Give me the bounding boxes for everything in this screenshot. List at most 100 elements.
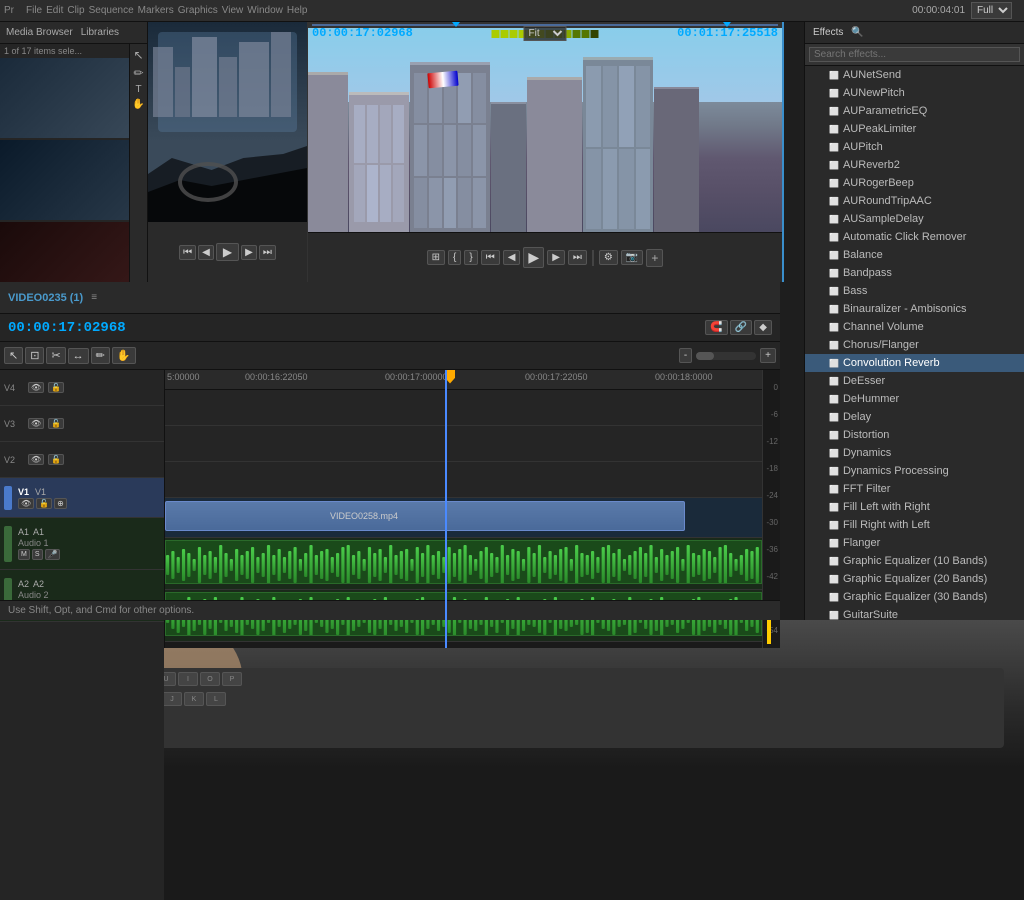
program-add-btn[interactable]: ⊞ (427, 250, 445, 265)
menu-item[interactable]: Clip (67, 5, 84, 16)
hand-btn[interactable]: ✋ (112, 347, 136, 364)
effects-item-4[interactable]: AUPitch (805, 138, 1024, 156)
hand-tool[interactable]: ✋ (132, 99, 144, 110)
effects-item-8[interactable]: AUSampleDelay (805, 210, 1024, 228)
key[interactable]: P (222, 672, 242, 686)
key[interactable]: I (178, 672, 198, 686)
razor-btn[interactable]: ✂ (46, 347, 65, 364)
effects-item-23[interactable]: FFT Filter (805, 480, 1024, 498)
menu-item[interactable]: File (26, 5, 42, 16)
menu-item[interactable]: Help (287, 5, 308, 16)
effects-tab[interactable]: Effects (813, 27, 843, 38)
v4-toggle-btn[interactable]: 👁 (28, 382, 44, 393)
effects-item-12[interactable]: Bass (805, 282, 1024, 300)
source-play-btn[interactable]: ▶ (216, 243, 239, 261)
program-mark-in-btn[interactable]: { (448, 250, 461, 265)
program-step-fwd-btn[interactable]: ▶ (547, 250, 565, 265)
effects-item-29[interactable]: Graphic Equalizer (30 Bands) (805, 588, 1024, 606)
search-effects-icon[interactable]: 🔍 (851, 27, 863, 38)
effects-item-17[interactable]: DeEsser (805, 372, 1024, 390)
media-browser-tab[interactable]: Media Browser (6, 27, 73, 38)
effects-item-24[interactable]: Fill Left with Right (805, 498, 1024, 516)
a1-mic-btn[interactable]: 🎤 (45, 549, 61, 560)
key[interactable]: K (184, 692, 204, 706)
program-add-track-btn[interactable]: + (646, 249, 663, 267)
libraries-tab[interactable]: Libraries (81, 27, 119, 38)
effects-item-3[interactable]: AUPeakLimiter (805, 120, 1024, 138)
effects-item-11[interactable]: Bandpass (805, 264, 1024, 282)
effects-item-0[interactable]: AUNetSend (805, 66, 1024, 84)
video-clip-v1[interactable]: VIDEO0258.mp4 (165, 501, 685, 531)
zoom-out-btn[interactable]: - (679, 348, 692, 363)
effects-item-20[interactable]: Distortion (805, 426, 1024, 444)
v2-toggle-btn[interactable]: 👁 (28, 454, 44, 465)
v3-toggle-btn[interactable]: 👁 (28, 418, 44, 429)
ripple-edit-btn[interactable]: ⊡ (25, 347, 44, 364)
pen-btn[interactable]: ✏ (91, 347, 110, 364)
playhead[interactable] (445, 370, 447, 648)
a1-solo-btn[interactable]: S (32, 549, 43, 560)
v2-track[interactable] (165, 462, 780, 498)
linked-selection-btn[interactable]: 🔗 (730, 320, 752, 335)
v1-toggle-btn[interactable]: 👁 (18, 498, 34, 509)
program-mark-out-btn[interactable]: } (464, 250, 477, 265)
effects-item-15[interactable]: Chorus/Flanger (805, 336, 1024, 354)
add-marker-btn[interactable]: ◆ (754, 320, 772, 335)
fit-dropdown[interactable]: Fit Full 50% 25% (524, 26, 567, 41)
effects-item-30[interactable]: GuitarSuite (805, 606, 1024, 620)
menu-item[interactable]: Sequence (89, 5, 134, 16)
program-step-back-btn[interactable]: ◀ (503, 250, 521, 265)
menu-item[interactable]: View (222, 5, 244, 16)
v4-track[interactable] (165, 390, 780, 426)
program-camera-btn[interactable]: 📷 (621, 250, 643, 265)
menu-item[interactable]: Markers (138, 5, 174, 16)
source-rewind-btn[interactable]: ⏮ (179, 245, 196, 260)
key[interactable]: O (200, 672, 220, 686)
v1-track[interactable]: VIDEO0258.mp4 (165, 498, 780, 538)
effects-item-28[interactable]: Graphic Equalizer (20 Bands) (805, 570, 1024, 588)
key[interactable]: L (206, 692, 226, 706)
selection-tool-btn[interactable]: ↖ (4, 347, 23, 364)
v3-track[interactable] (165, 426, 780, 462)
effects-item-5[interactable]: AUReverb2 (805, 156, 1024, 174)
effects-item-16[interactable]: Convolution Reverb (805, 354, 1024, 372)
menu-item[interactable]: Edit (46, 5, 63, 16)
effects-item-7[interactable]: AURoundTripAAC (805, 192, 1024, 210)
slip-btn[interactable]: ↔ (68, 348, 89, 364)
fit-select[interactable]: Fit Full 50% 25% (524, 26, 567, 41)
effects-item-26[interactable]: Flanger (805, 534, 1024, 552)
menu-item[interactable]: Window (247, 5, 283, 16)
effects-item-13[interactable]: Binauralizer - Ambisonics (805, 300, 1024, 318)
app-menu-item[interactable]: Pr (4, 5, 14, 16)
effects-item-10[interactable]: Balance (805, 246, 1024, 264)
v4-lock-btn[interactable]: 🔓 (48, 382, 64, 393)
zoom-slider-thumb[interactable] (696, 352, 714, 360)
effects-item-6[interactable]: AURogerBeep (805, 174, 1024, 192)
effects-item-1[interactable]: AUNewPitch (805, 84, 1024, 102)
effects-item-9[interactable]: Automatic Click Remover (805, 228, 1024, 246)
zoom-select[interactable]: Full (971, 2, 1012, 19)
effects-search-input[interactable] (809, 47, 1020, 62)
v1-sync-btn[interactable]: ⊕ (54, 498, 67, 509)
source-step-fwd-btn[interactable]: ▶ (241, 245, 257, 260)
program-prev-btn[interactable]: ⏮ (481, 250, 500, 265)
select-tool[interactable]: ↖ (133, 48, 143, 62)
program-play-btn[interactable]: ▶ (523, 247, 544, 268)
a1-mute-btn[interactable]: M (18, 549, 30, 560)
effects-item-21[interactable]: Dynamics (805, 444, 1024, 462)
effects-item-18[interactable]: DeHummer (805, 390, 1024, 408)
effects-item-19[interactable]: Delay (805, 408, 1024, 426)
source-step-back-btn[interactable]: ◀ (198, 245, 214, 260)
zoom-in-btn[interactable]: + (760, 348, 776, 363)
effects-item-27[interactable]: Graphic Equalizer (10 Bands) (805, 552, 1024, 570)
snap-btn[interactable]: 🧲 (705, 320, 727, 335)
effects-item-25[interactable]: Fill Right with Left (805, 516, 1024, 534)
a1-track[interactable] (165, 538, 780, 590)
key[interactable]: J (162, 692, 182, 706)
program-next-btn[interactable]: ⏭ (568, 250, 587, 265)
pen-tool[interactable]: ✏ (133, 66, 143, 80)
v3-lock-btn[interactable]: 🔓 (48, 418, 64, 429)
effects-item-2[interactable]: AUParametricEQ (805, 102, 1024, 120)
source-fwd-btn[interactable]: ⏭ (259, 245, 276, 260)
type-tool[interactable]: T (135, 84, 141, 95)
